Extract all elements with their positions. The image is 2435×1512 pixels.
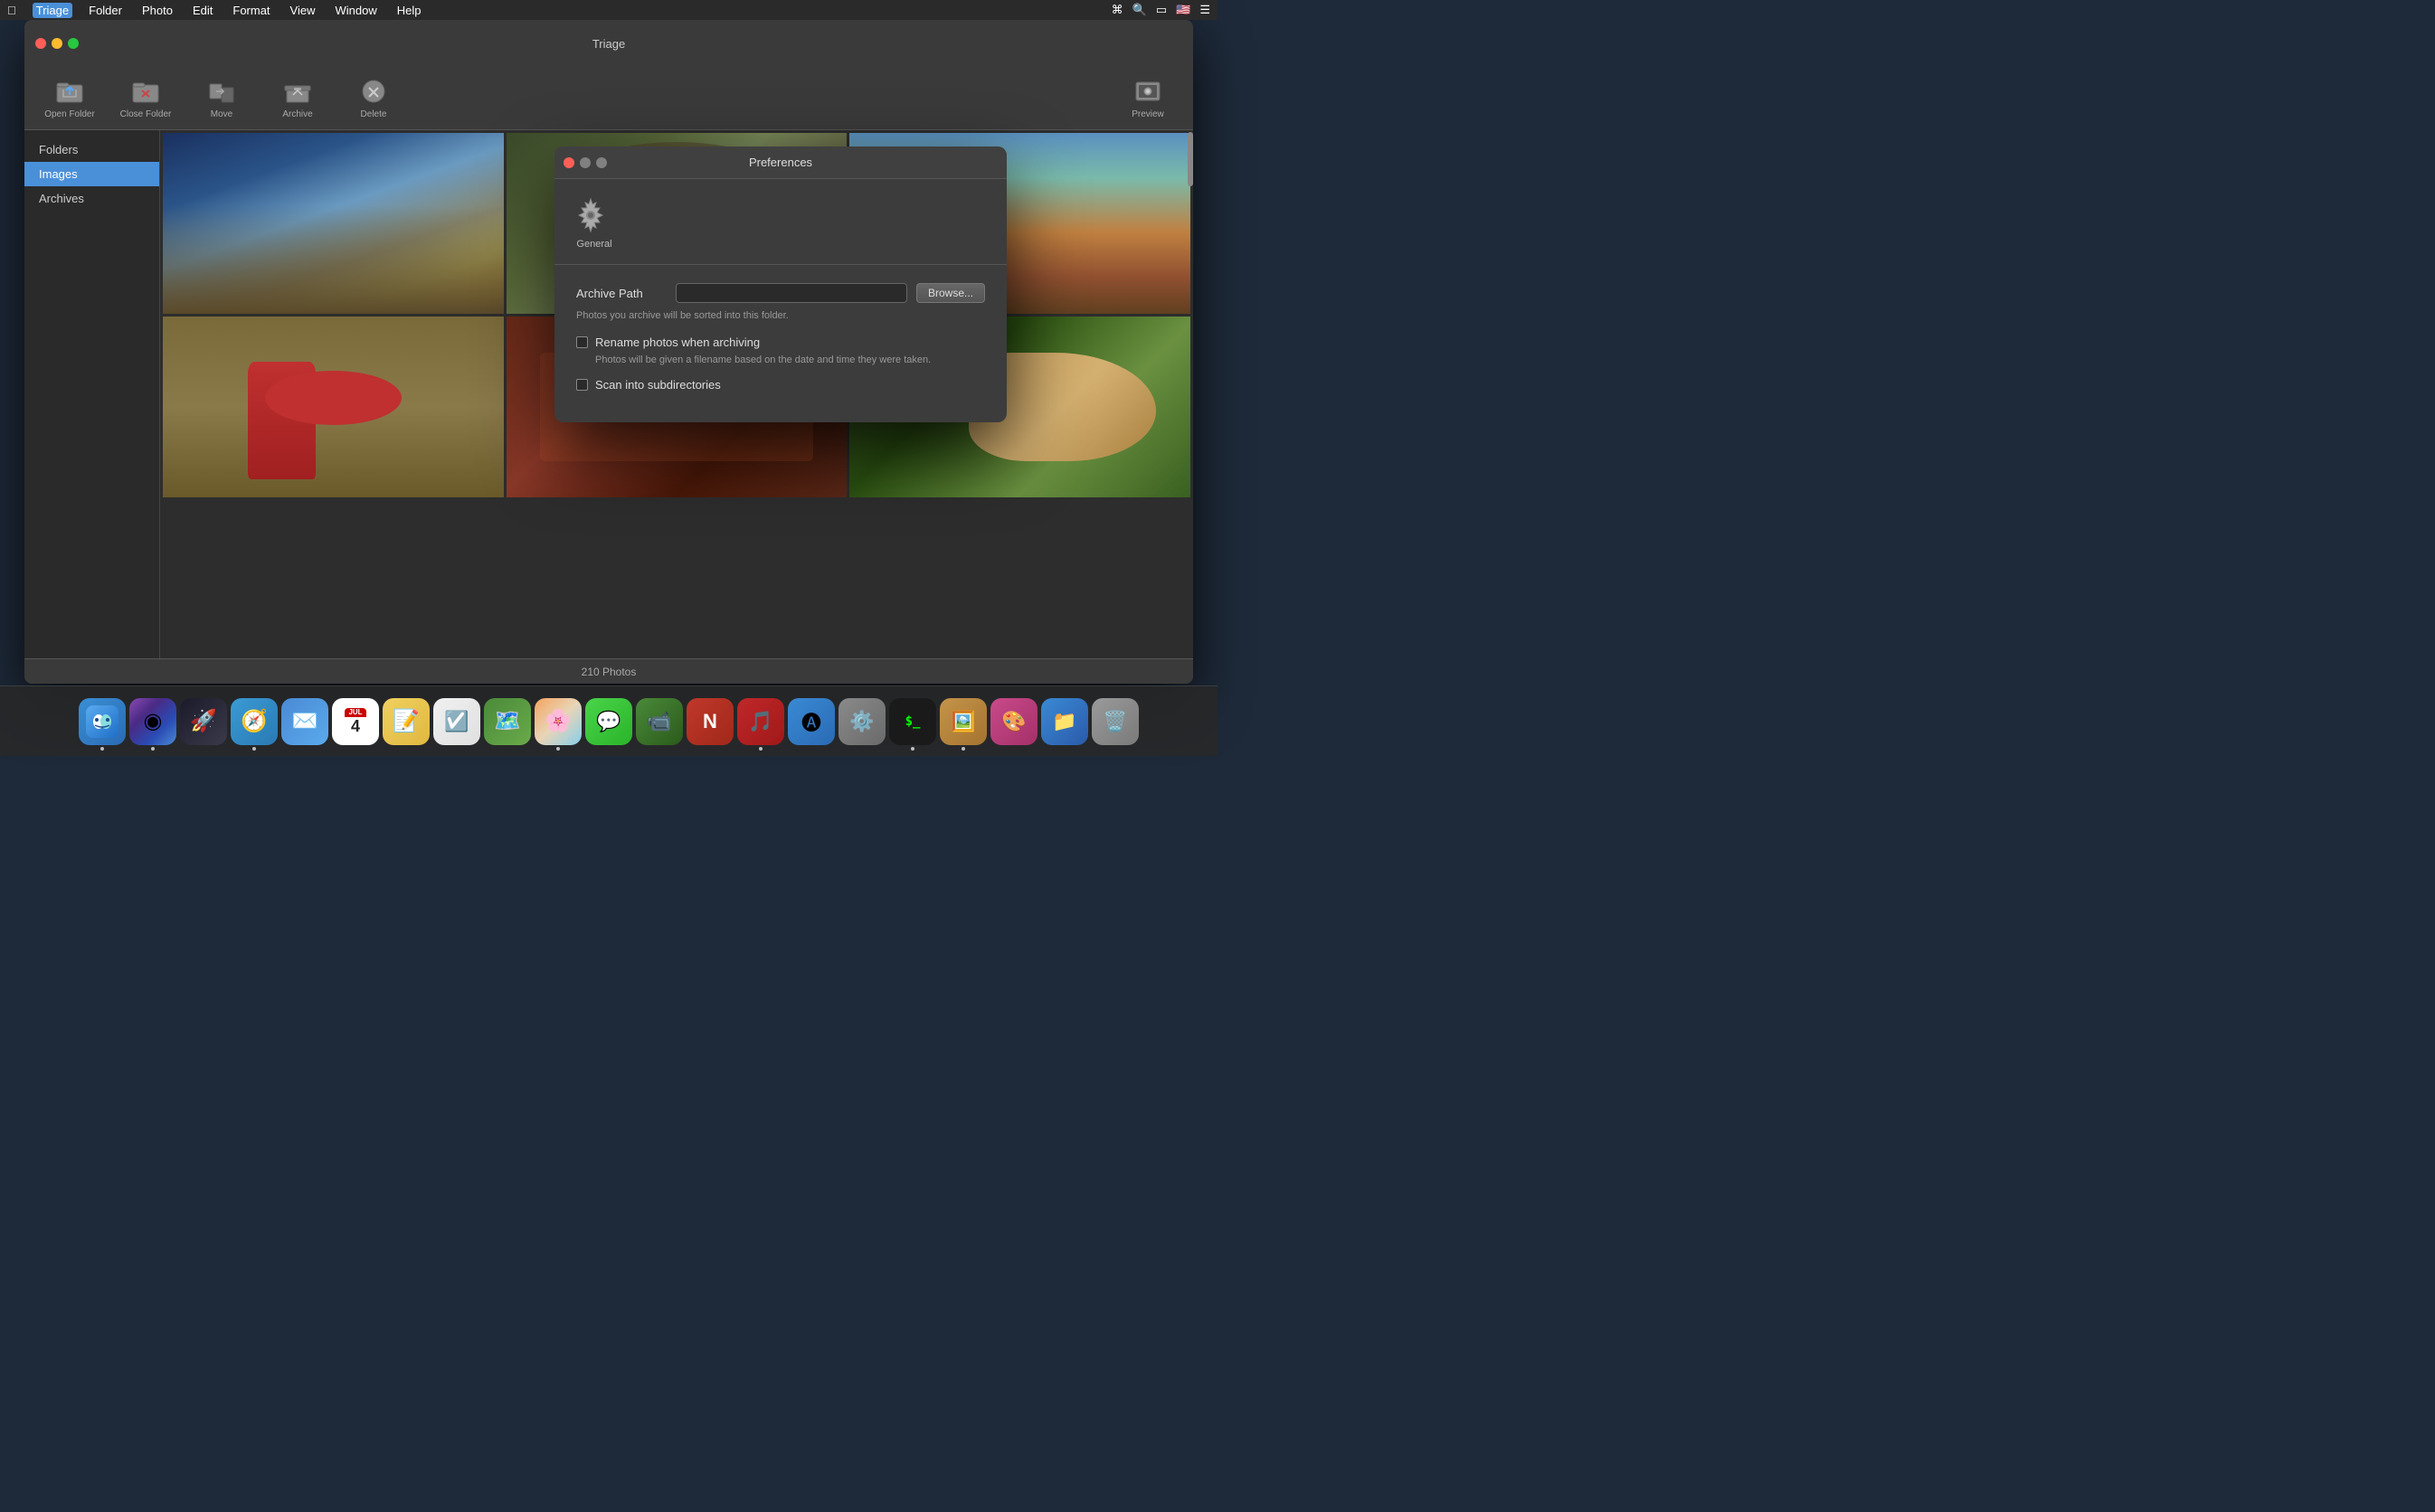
rename-checkbox[interactable] — [576, 336, 588, 348]
dock-item-mail[interactable]: ✉️ — [281, 698, 328, 745]
pref-general-label: General — [576, 239, 611, 250]
pref-minimize-button[interactable] — [580, 157, 591, 168]
scan-label: Scan into subdirectories — [595, 378, 721, 392]
menubar:  Triage Folder Photo Edit Format View W… — [0, 0, 1218, 20]
close-button[interactable] — [35, 38, 46, 49]
title-bar: Triage — [24, 20, 1193, 67]
pref-body: Archive Path Browse... Photos you archiv… — [554, 265, 1007, 422]
traffic-lights — [35, 38, 79, 49]
rename-desc: Photos will be given a filename based on… — [595, 354, 985, 365]
scrollbar-track[interactable] — [1186, 130, 1193, 658]
rename-label: Rename photos when archiving — [595, 335, 760, 349]
pref-traffic-lights — [564, 157, 607, 168]
sidebar-item-archives[interactable]: Archives — [24, 186, 159, 211]
dock-item-terminal[interactable]: $_ — [889, 698, 936, 745]
menubar-right: ⌘ 🔍 ▭ 🇺🇸 ☰ — [1112, 3, 1210, 17]
dock-item-siri[interactable]: ◉ — [129, 698, 176, 745]
menubar-search-icon[interactable]: 🔍 — [1132, 3, 1147, 17]
delete-icon — [359, 77, 388, 106]
dock-item-maps[interactable]: 🗺️ — [484, 698, 531, 745]
move-icon — [207, 77, 236, 106]
archive-label: Archive — [282, 109, 312, 119]
dock-item-music[interactable]: 🎵 — [737, 698, 784, 745]
sidebar: Folders Images Archives — [24, 130, 160, 658]
dock: ◉ 🚀 🧭 ✉️ JUL 4 📝 ☑️ 🗺️ 🌸 💬 📹 N 🎵 — [0, 685, 1218, 756]
menubar-icon-1[interactable]: ⌘ — [1112, 3, 1123, 17]
archive-path-row: Archive Path Browse... — [576, 283, 985, 303]
menu-view[interactable]: View — [287, 3, 319, 18]
photo-cell-4[interactable] — [163, 317, 504, 497]
window-title: Triage — [592, 37, 625, 51]
pref-general-tab[interactable]: General — [569, 194, 620, 250]
dock-item-launchpad[interactable]: 🚀 — [180, 698, 227, 745]
open-folder-icon — [55, 77, 84, 106]
dock-item-files[interactable]: 📁 — [1041, 698, 1088, 745]
menubar-flag-icon[interactable]: 🇺🇸 — [1176, 3, 1190, 17]
sidebar-item-images[interactable]: Images — [24, 162, 159, 186]
maximize-button[interactable] — [68, 38, 79, 49]
delete-button[interactable]: Delete — [346, 77, 401, 119]
pref-dialog-title: Preferences — [749, 156, 812, 169]
archive-icon — [283, 77, 312, 106]
close-folder-label: Close Folder — [120, 109, 172, 119]
move-button[interactable]: Move — [194, 77, 249, 119]
menu-folder[interactable]: Folder — [85, 3, 126, 18]
dock-item-trash[interactable]: 🗑️ — [1092, 698, 1139, 745]
app-window: Triage Open Folder — [24, 20, 1193, 684]
dock-item-messages[interactable]: 💬 — [585, 698, 632, 745]
dock-item-appstore[interactable]: 🅐 — [788, 698, 835, 745]
menu-photo[interactable]: Photo — [138, 3, 176, 18]
dock-item-colorpicker[interactable]: 🎨 — [990, 698, 1037, 745]
dock-item-safari[interactable]: 🧭 — [231, 698, 278, 745]
browse-button[interactable]: Browse... — [916, 283, 985, 303]
pref-toolbar: General — [554, 179, 1007, 265]
dock-item-finder[interactable] — [79, 698, 126, 745]
move-label: Move — [211, 109, 232, 119]
preview-icon — [1133, 77, 1162, 106]
menubar-airplay-icon[interactable]: ▭ — [1156, 3, 1167, 17]
apple-menu[interactable]:  — [7, 4, 16, 17]
dock-item-news[interactable]: N — [687, 698, 734, 745]
status-bar: 210 Photos — [24, 658, 1193, 684]
dock-item-imageviewer[interactable]: 🖼️ — [940, 698, 987, 745]
preview-label: Preview — [1132, 109, 1164, 119]
open-folder-label: Open Folder — [44, 109, 95, 119]
archive-path-label: Archive Path — [576, 287, 667, 300]
preferences-dialog: Preferences General — [554, 146, 1007, 422]
menu-window[interactable]: Window — [332, 3, 381, 18]
scan-checkbox[interactable] — [576, 379, 588, 391]
pref-maximize-button[interactable] — [596, 157, 607, 168]
dock-item-photos[interactable]: 🌸 — [535, 698, 582, 745]
menu-edit[interactable]: Edit — [189, 3, 216, 18]
menu-triage[interactable]: Triage — [33, 3, 72, 18]
photo-count: 210 Photos — [582, 666, 637, 678]
minimize-button[interactable] — [52, 38, 62, 49]
dock-item-notes[interactable]: 📝 — [383, 698, 430, 745]
archive-path-input[interactable] — [676, 283, 907, 303]
preview-button[interactable]: Preview — [1121, 77, 1175, 119]
pref-title-bar: Preferences — [554, 146, 1007, 179]
dock-item-calendar[interactable]: JUL 4 — [332, 698, 379, 745]
dock-item-facetime[interactable]: 📹 — [636, 698, 683, 745]
gear-icon — [569, 194, 612, 237]
toolbar: Open Folder Close Folder — [24, 67, 1193, 130]
menu-help[interactable]: Help — [393, 3, 425, 18]
pref-close-button[interactable] — [564, 157, 574, 168]
open-folder-button[interactable]: Open Folder — [43, 77, 97, 119]
sidebar-item-folders[interactable]: Folders — [24, 137, 159, 162]
archive-path-desc: Photos you archive will be sorted into t… — [576, 310, 985, 321]
scan-checkbox-row: Scan into subdirectories — [576, 378, 985, 392]
menu-format[interactable]: Format — [229, 3, 273, 18]
close-folder-button[interactable]: Close Folder — [118, 77, 173, 119]
rename-checkbox-row: Rename photos when archiving — [576, 335, 985, 349]
menubar-menu-icon[interactable]: ☰ — [1199, 3, 1210, 17]
delete-label: Delete — [361, 109, 387, 119]
archive-button[interactable]: Archive — [270, 77, 325, 119]
scrollbar-thumb[interactable] — [1188, 132, 1193, 186]
dock-item-reminders[interactable]: ☑️ — [433, 698, 480, 745]
photo-cell-1[interactable] — [163, 133, 504, 314]
close-folder-icon — [131, 77, 160, 106]
dock-item-syspref[interactable]: ⚙️ — [839, 698, 886, 745]
